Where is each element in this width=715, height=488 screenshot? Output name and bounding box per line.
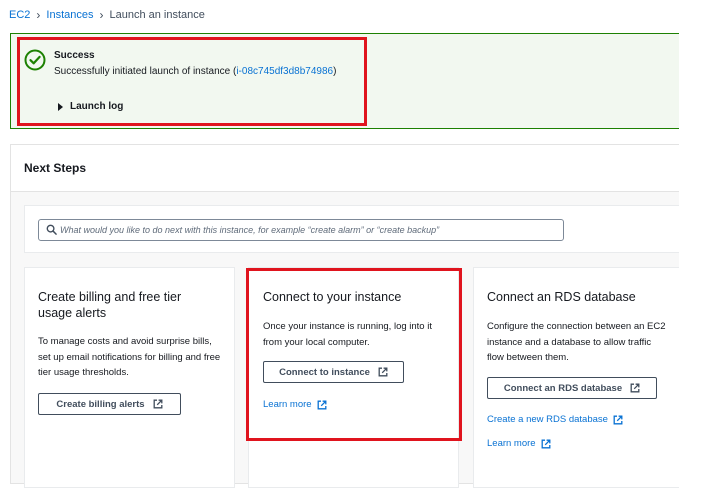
- external-link-icon: [317, 400, 327, 409]
- rds-card-title: Connect an RDS database: [487, 290, 636, 304]
- connect-learn-more-link[interactable]: Learn more: [263, 399, 327, 410]
- instance-id-link[interactable]: i-08c745df3d8b74986: [236, 66, 333, 77]
- external-link-icon: [541, 439, 551, 448]
- launch-log-label: Launch log: [70, 101, 124, 112]
- success-title: Success: [54, 50, 95, 61]
- search-icon: [46, 224, 57, 235]
- breadcrumb-current: Launch an instance: [109, 9, 205, 21]
- launch-log-toggle[interactable]: Launch log: [58, 101, 123, 112]
- create-billing-alerts-label: Create billing alerts: [56, 398, 145, 410]
- success-message: Successfully initiated launch of instanc…: [54, 66, 336, 77]
- breadcrumb: EC2 › Instances › Launch an instance: [9, 8, 205, 22]
- create-rds-database-label: Create a new RDS database: [487, 414, 608, 425]
- next-steps-search-input[interactable]: [60, 221, 560, 239]
- chevron-right-icon: ›: [36, 8, 41, 22]
- external-link-icon: [153, 399, 163, 409]
- caret-right-icon: [58, 102, 63, 111]
- connect-to-instance-label: Connect to instance: [279, 366, 370, 378]
- next-steps-title: Next Steps: [24, 161, 87, 175]
- rds-card-description: Configure the connection between an EC2 …: [487, 321, 666, 363]
- connect-rds-database-button[interactable]: Connect an RDS database: [487, 377, 657, 399]
- connect-to-instance-button[interactable]: Connect to instance: [263, 361, 404, 383]
- connect-card-description: Once your instance is running, log into …: [263, 321, 432, 348]
- external-link-icon: [378, 367, 388, 377]
- connect-card-title: Connect to your instance: [263, 290, 402, 304]
- success-banner: [10, 33, 679, 129]
- breadcrumb-instances[interactable]: Instances: [46, 9, 93, 21]
- rds-learn-more-label: Learn more: [487, 438, 536, 449]
- success-message-suffix: ): [333, 66, 337, 77]
- external-link-icon: [613, 415, 623, 424]
- connect-learn-more-label: Learn more: [263, 399, 312, 410]
- create-rds-database-link[interactable]: Create a new RDS database: [487, 414, 623, 425]
- billing-card-description: To manage costs and avoid surprise bills…: [38, 336, 221, 378]
- next-steps-header: [10, 144, 679, 192]
- success-check-icon: [24, 49, 46, 71]
- connect-rds-database-label: Connect an RDS database: [503, 382, 623, 394]
- create-billing-alerts-button[interactable]: Create billing alerts: [38, 393, 181, 415]
- breadcrumb-ec2[interactable]: EC2: [9, 9, 30, 21]
- chevron-right-icon: ›: [99, 8, 104, 22]
- external-link-icon: [630, 383, 640, 393]
- billing-card-title: Create billing and free tier usage alert…: [38, 290, 182, 320]
- rds-learn-more-link[interactable]: Learn more: [487, 438, 551, 449]
- success-message-prefix: Successfully initiated launch of instanc…: [54, 66, 237, 77]
